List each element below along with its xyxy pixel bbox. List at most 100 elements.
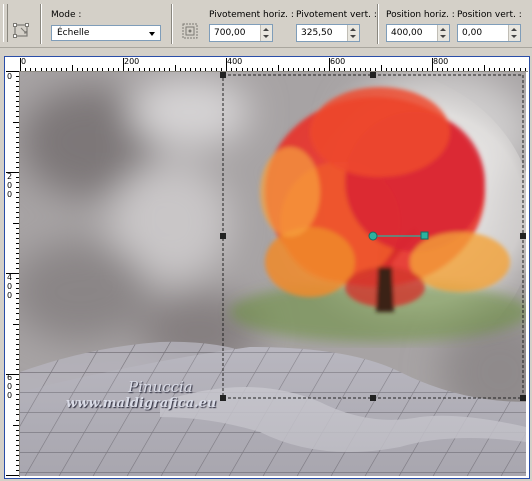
spin-up-icon[interactable] [440, 28, 446, 31]
ruler-tick [16, 439, 19, 441]
toolbar-grip[interactable] [3, 4, 8, 42]
pivot-horiz-value: 700,00 [214, 28, 246, 38]
spin-down-icon[interactable] [263, 35, 269, 38]
ruler-tick [524, 68, 526, 71]
ruler-tick [277, 65, 279, 71]
toolbar-separator [171, 4, 173, 44]
ruler-tick [462, 68, 464, 71]
mode-dropdown[interactable]: Échelle [51, 25, 161, 41]
position-horiz-label: Position horiz. : [386, 10, 455, 20]
ruler-tick [143, 68, 145, 71]
ruler-tick [16, 232, 19, 234]
ruler-tick [16, 81, 19, 83]
ruler-tick [16, 187, 19, 189]
spin-up-icon[interactable] [350, 28, 356, 31]
toolbar-separator [40, 4, 42, 44]
pivot-vert-input[interactable]: 325,50 [296, 24, 360, 42]
ruler-tick [473, 68, 475, 71]
toolbar-separator [377, 4, 379, 44]
ruler-tick [308, 68, 310, 71]
ruler-tick [380, 65, 382, 71]
ruler-tick [478, 68, 480, 71]
position-vert-input[interactable]: 0,00 [457, 24, 521, 42]
ruler-tick [16, 217, 19, 219]
ruler-tick [236, 68, 238, 71]
ruler-digit: 0 [7, 291, 13, 300]
ruler-tick [411, 68, 413, 71]
ruler-tick [16, 308, 19, 310]
ruler-tick [426, 68, 428, 71]
ruler-tick [92, 68, 94, 71]
ruler-digit: 0 [7, 382, 13, 391]
ruler-tick [16, 459, 19, 461]
ruler-tick [210, 68, 212, 71]
ruler-tick [16, 106, 19, 108]
spin-up-icon[interactable] [511, 28, 517, 31]
transform-tool-icon[interactable] [12, 21, 32, 41]
ruler-tick [16, 237, 19, 239]
ruler-tick [16, 96, 19, 98]
watermark-signature: Pinuccia [128, 378, 193, 396]
ruler-tick [16, 262, 19, 264]
ruler-tick [262, 68, 264, 71]
ruler-tick [16, 156, 19, 158]
ruler-number: 0 [21, 57, 27, 66]
spin-down-icon[interactable] [511, 35, 517, 38]
ruler-tick [16, 358, 19, 360]
chevron-down-icon [149, 32, 155, 36]
ruler-tick [30, 68, 32, 71]
ruler-tick [200, 68, 202, 71]
ruler-tick [354, 68, 356, 71]
ruler-tick [519, 68, 521, 71]
spin-down-icon[interactable] [350, 35, 356, 38]
ruler-tick [205, 68, 207, 71]
ruler-tick [81, 68, 83, 71]
ruler-tick [298, 68, 300, 71]
pivot-vert-spinner[interactable] [347, 25, 359, 41]
ruler-tick [16, 278, 19, 280]
ruler-tick [401, 68, 403, 71]
autumn-tree-image [195, 72, 526, 377]
ruler-tick [339, 68, 341, 71]
ruler-tick [112, 68, 114, 71]
ruler-tick [16, 192, 19, 194]
ruler-tick [215, 68, 217, 71]
ruler-tick [16, 252, 19, 254]
ruler-tick [169, 68, 171, 71]
ruler-digit: 0 [7, 72, 13, 81]
ruler-digit: 2 [7, 172, 13, 181]
spin-down-icon[interactable] [440, 35, 446, 38]
pivot-vert-value: 325,50 [301, 28, 333, 38]
pivot-horiz-spinner[interactable] [260, 25, 272, 41]
ruler-tick [16, 464, 19, 466]
pivot-horiz-input[interactable]: 700,00 [209, 24, 273, 42]
ruler-tick [16, 384, 19, 386]
ruler-tick [16, 470, 19, 471]
position-horiz-input[interactable]: 400,00 [386, 24, 450, 42]
ruler-tick [370, 68, 372, 71]
selection-handle [370, 395, 376, 401]
ruler-number: 200 [124, 57, 140, 66]
spin-up-icon[interactable] [263, 28, 269, 31]
ruler-digit: 6 [7, 373, 13, 382]
ruler-tick [16, 182, 19, 184]
ruler-tick [45, 68, 47, 71]
tool-options-toolbar: Mode : Échelle Pivotement horiz. : 700,0… [0, 0, 532, 48]
position-horiz-spinner[interactable] [437, 25, 449, 41]
ruler-tick [16, 449, 19, 451]
ruler-tick [16, 409, 19, 411]
ruler-tick [16, 197, 19, 199]
position-vert-spinner[interactable] [508, 25, 520, 41]
ruler-tick [13, 222, 19, 224]
ruler-tick [504, 68, 506, 71]
ruler-tick [16, 414, 19, 416]
ruler-tick [16, 101, 19, 103]
pivot-icon[interactable] [180, 21, 200, 41]
position-vert-label: Position vert. : [457, 10, 522, 20]
ruler-tick [179, 68, 181, 71]
mode-label: Mode : [51, 10, 82, 20]
ruler-tick [313, 68, 315, 71]
image-canvas[interactable]: Pinuccia www.maldigrafica.eu [20, 72, 526, 476]
ruler-tick [16, 207, 19, 209]
ruler-tick [71, 65, 73, 71]
